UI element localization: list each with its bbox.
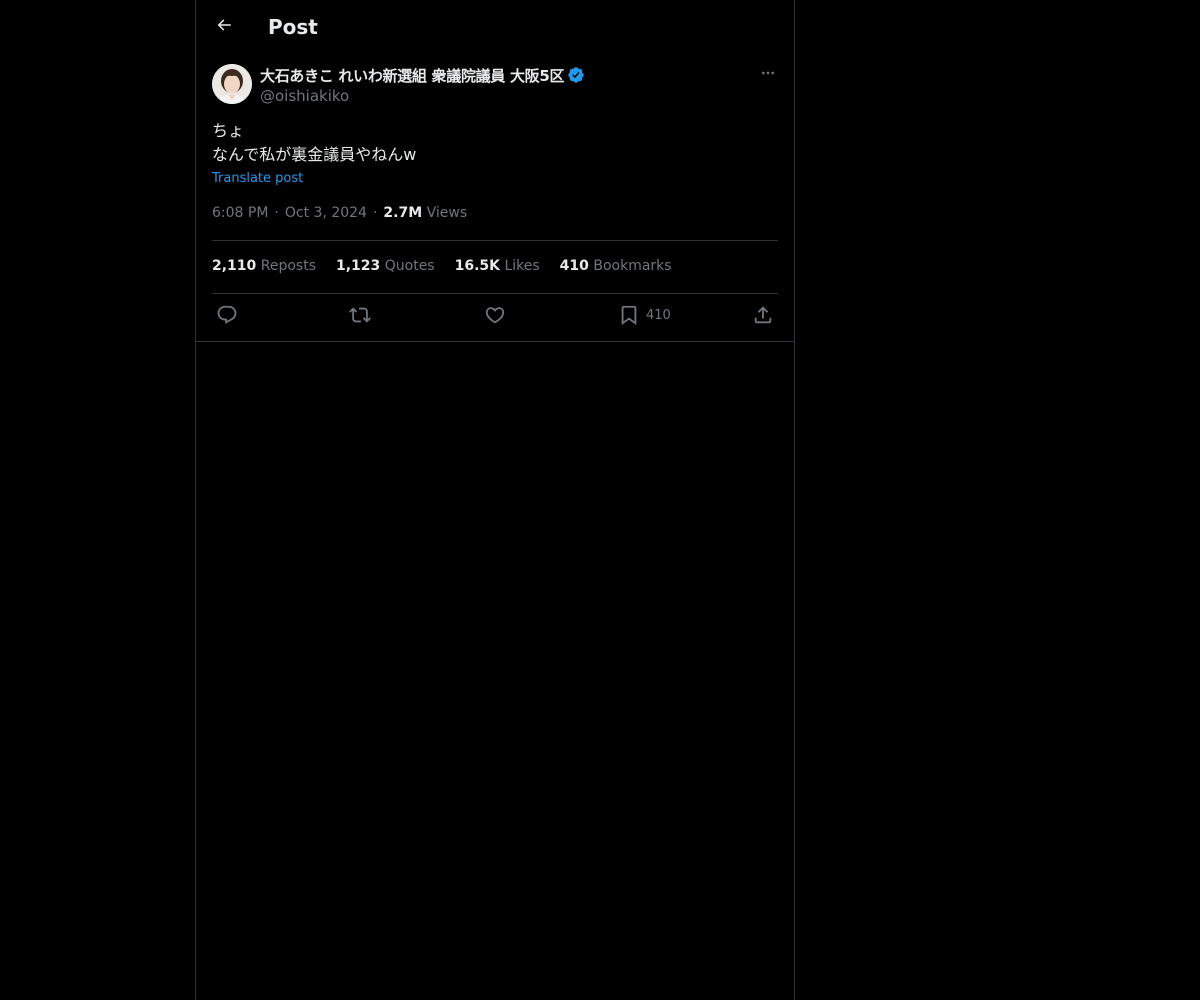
reply-button[interactable] bbox=[216, 304, 238, 326]
bookmarks-stat[interactable]: 410 Bookmarks bbox=[560, 258, 672, 274]
reposts-stat[interactable]: 2,110 Reposts bbox=[212, 258, 316, 274]
bookmark-count: 410 bbox=[646, 307, 671, 323]
main-column: Post 大石あきこ れいわ新選組 衆議院議員 大阪5区 @oishiakiko bbox=[195, 0, 795, 1000]
like-button[interactable] bbox=[484, 304, 506, 326]
page-title: Post bbox=[268, 15, 318, 39]
bookmarks-count: 410 bbox=[559, 258, 589, 274]
author-handle[interactable]: @oishiakiko bbox=[260, 86, 730, 106]
quotes-count: 1,123 bbox=[336, 258, 381, 274]
reposts-count: 2,110 bbox=[212, 258, 257, 274]
reply-icon bbox=[216, 304, 238, 326]
likes-label: Likes bbox=[504, 258, 540, 274]
page-header: Post bbox=[196, 0, 794, 53]
quotes-label: Quotes bbox=[384, 258, 435, 274]
share-button[interactable] bbox=[752, 304, 774, 326]
post-date[interactable]: Oct 3, 2024 bbox=[285, 205, 367, 221]
views-count: 2.7M bbox=[383, 205, 423, 221]
share-icon bbox=[752, 304, 774, 326]
bookmark-icon bbox=[618, 304, 640, 326]
likes-stat[interactable]: 16.5K Likes bbox=[455, 258, 540, 274]
heart-icon bbox=[484, 304, 506, 326]
author-display-name[interactable]: 大石あきこ れいわ新選組 衆議院議員 大阪5区 bbox=[260, 65, 565, 86]
post-stats: 2,110 Reposts 1,123 Quotes 16.5K Likes 4… bbox=[212, 258, 692, 274]
post-meta: 6:08 PM · Oct 3, 2024 · 2.7M Views bbox=[212, 205, 467, 221]
arrow-left-icon bbox=[215, 16, 233, 38]
display-name-row: 大石あきこ れいわ新選組 衆議院議員 大阪5区 bbox=[260, 64, 730, 86]
repost-button[interactable] bbox=[349, 304, 371, 326]
post-text: ちょ なんで私が裏金議員やねんw bbox=[212, 121, 417, 164]
verified-badge-icon[interactable] bbox=[567, 66, 585, 84]
repost-icon bbox=[349, 304, 371, 326]
divider bbox=[212, 293, 778, 294]
author-info: 大石あきこ れいわ新選組 衆議院議員 大阪5区 @oishiakiko bbox=[260, 64, 730, 106]
more-options-button[interactable] bbox=[758, 64, 778, 86]
post-actions: 410 bbox=[212, 304, 778, 330]
meta-separator: · bbox=[274, 205, 279, 221]
more-horizontal-icon bbox=[760, 65, 776, 85]
divider bbox=[212, 240, 778, 241]
meta-separator: · bbox=[372, 205, 378, 221]
bookmarks-label: Bookmarks bbox=[593, 258, 672, 274]
bookmark-button[interactable]: 410 bbox=[618, 304, 671, 326]
back-button[interactable] bbox=[208, 11, 240, 43]
post-time[interactable]: 6:08 PM bbox=[212, 205, 268, 221]
post-bottom-border bbox=[196, 341, 794, 342]
quotes-stat[interactable]: 1,123 Quotes bbox=[336, 258, 435, 274]
avatar[interactable] bbox=[212, 64, 252, 104]
likes-count: 16.5K bbox=[454, 258, 500, 274]
translate-post-link[interactable]: Translate post bbox=[212, 171, 303, 186]
views-label: Views bbox=[426, 205, 468, 221]
reposts-label: Reposts bbox=[260, 258, 316, 274]
